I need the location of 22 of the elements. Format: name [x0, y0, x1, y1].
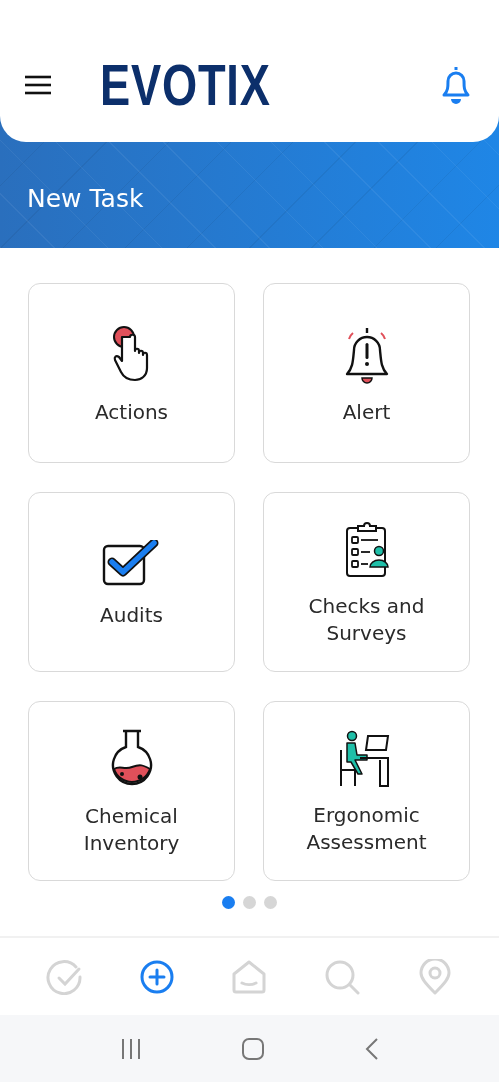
task-tile[interactable]: Chemical Inventory [28, 701, 235, 881]
tile-label: Ergonomic Assessment [305, 802, 428, 856]
tile-label: Chemical Inventory [82, 803, 181, 857]
clipboard-checklist-icon [343, 521, 390, 579]
menu-icon[interactable] [24, 75, 52, 95]
task-tile[interactable]: Checks and Surveys [263, 492, 470, 672]
page-dot[interactable] [243, 896, 256, 909]
task-tile[interactable]: Alert [263, 283, 470, 463]
task-tile[interactable]: Ergonomic Assessment [263, 701, 470, 881]
tile-label: Alert [342, 398, 391, 426]
task-tile[interactable]: Audits [28, 492, 235, 672]
page-title: New Task [27, 183, 145, 215]
task-tile[interactable]: Actions [28, 283, 235, 463]
page-dot[interactable] [222, 896, 235, 909]
logo: EVOTIX [100, 56, 271, 114]
recent-apps-icon[interactable] [119, 1037, 142, 1060]
back-icon[interactable] [363, 1036, 380, 1061]
page-dot[interactable] [264, 896, 277, 909]
tile-label: Checks and Surveys [307, 593, 426, 647]
tile-label: Actions [94, 398, 169, 426]
home-button-icon[interactable] [240, 1036, 265, 1061]
tile-label: Audits [100, 601, 163, 629]
